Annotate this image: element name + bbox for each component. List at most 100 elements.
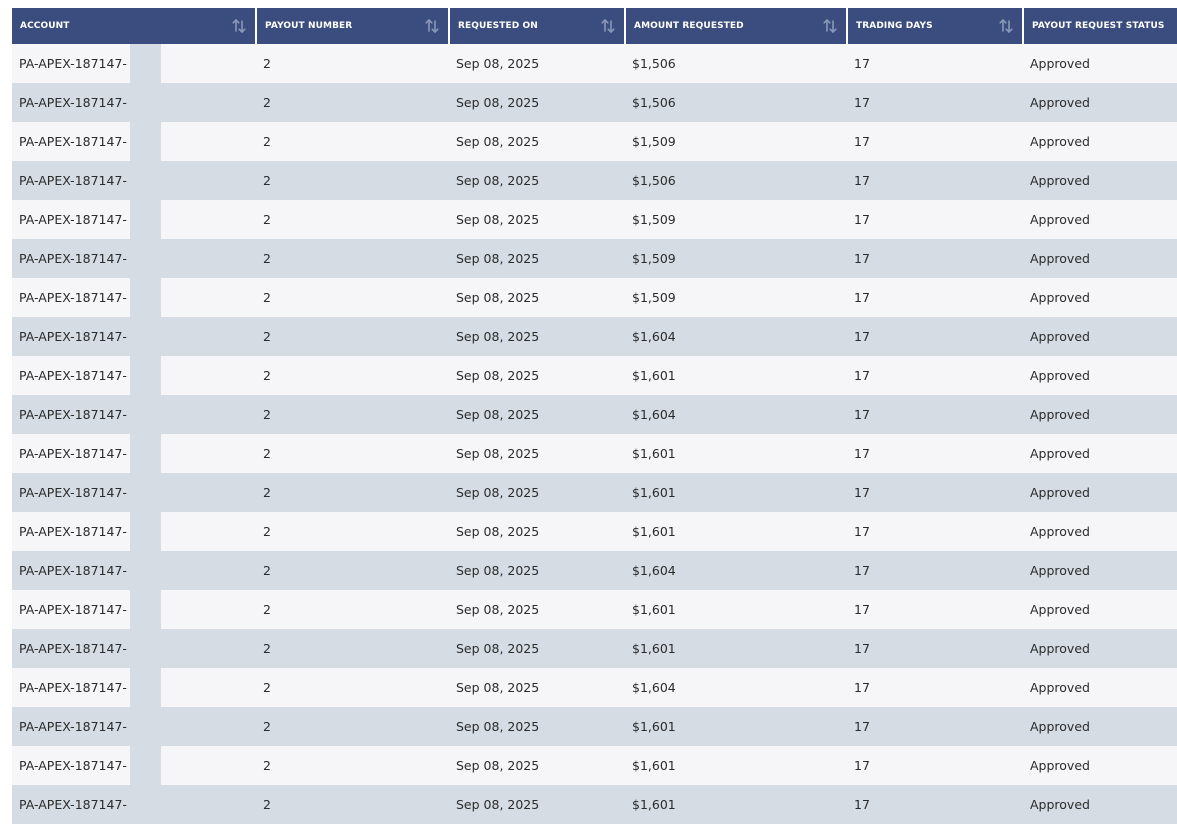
redacted-block: [130, 629, 161, 668]
status-text: Approved: [1030, 446, 1090, 461]
redacted-block: [130, 512, 161, 551]
sort-arrows-icon[interactable]: [998, 18, 1014, 34]
trading-days-text: 17: [854, 485, 870, 500]
status-text: Approved: [1030, 485, 1090, 500]
amount-requested-text: $1,601: [632, 641, 676, 656]
cell-status: Approved: [1023, 668, 1177, 707]
cell-status: Approved: [1023, 239, 1177, 278]
column-header-trading-days[interactable]: TRADING DAYS: [847, 8, 1024, 44]
column-header-payout-number[interactable]: PAYOUT NUMBER: [256, 8, 450, 44]
sort-arrows-icon[interactable]: [600, 18, 616, 34]
status-text: Approved: [1030, 407, 1090, 422]
cell-account: PA-APEX-187147-: [12, 512, 256, 551]
table-row: PA-APEX-187147- 2 Sep 08, 2025 $1,509 17 Appr…: [12, 239, 1177, 278]
cell-requested-on: Sep 08, 2025: [449, 278, 625, 317]
cell-amount-requested: $1,604: [625, 668, 847, 707]
cell-trading-days: 17: [847, 317, 1023, 356]
cell-payout-number: 2: [256, 83, 449, 122]
payout-number-text: 2: [263, 524, 271, 539]
account-cell-inner: PA-APEX-187147-: [12, 551, 256, 590]
cell-status: Approved: [1023, 83, 1177, 122]
payout-number-text: 2: [263, 95, 271, 110]
cell-requested-on: Sep 08, 2025: [449, 668, 625, 707]
cell-requested-on: Sep 08, 2025: [449, 434, 625, 473]
amount-requested-text: $1,506: [632, 56, 676, 71]
account-cell-filler: [161, 278, 256, 317]
cell-payout-number: 2: [256, 785, 449, 824]
cell-payout-number: 2: [256, 44, 449, 83]
cell-account: PA-APEX-187147-: [12, 551, 256, 590]
account-id-text: PA-APEX-187147-: [12, 668, 130, 707]
column-header-amount-requested[interactable]: AMOUNT REQUESTED: [625, 8, 848, 44]
amount-requested-text: $1,604: [632, 680, 676, 695]
cell-account: PA-APEX-187147-: [12, 83, 256, 122]
sort-arrows-icon[interactable]: [822, 18, 838, 34]
cell-amount-requested: $1,604: [625, 317, 847, 356]
column-header-requested-on[interactable]: REQUESTED ON: [449, 8, 626, 44]
account-cell-filler: [161, 668, 256, 707]
requested-on-text: Sep 08, 2025: [456, 485, 540, 500]
cell-trading-days: 17: [847, 551, 1023, 590]
account-cell-inner: PA-APEX-187147-: [12, 356, 256, 395]
cell-amount-requested: $1,509: [625, 278, 847, 317]
account-cell-inner: PA-APEX-187147-: [12, 668, 256, 707]
cell-payout-number: 2: [256, 551, 449, 590]
redacted-block: [130, 239, 161, 278]
column-header-label: ACCOUNT: [20, 21, 70, 31]
account-cell-filler: [161, 434, 256, 473]
account-id-text: PA-APEX-187147-: [12, 785, 130, 824]
table-row: PA-APEX-187147- 2 Sep 08, 2025 $1,601 17 Appr…: [12, 590, 1177, 629]
payout-number-text: 2: [263, 719, 271, 734]
cell-requested-on: Sep 08, 2025: [449, 785, 625, 824]
cell-amount-requested: $1,601: [625, 590, 847, 629]
account-id-text: PA-APEX-187147-: [12, 473, 130, 512]
requested-on-text: Sep 08, 2025: [456, 719, 540, 734]
trading-days-text: 17: [854, 602, 870, 617]
payout-number-text: 2: [263, 407, 271, 422]
cell-amount-requested: $1,601: [625, 512, 847, 551]
account-cell-filler: [161, 473, 256, 512]
payout-number-text: 2: [263, 758, 271, 773]
redacted-block: [130, 356, 161, 395]
sort-arrows-icon[interactable]: [231, 18, 247, 34]
account-id-text: PA-APEX-187147-: [12, 200, 130, 239]
requested-on-text: Sep 08, 2025: [456, 212, 540, 227]
requested-on-text: Sep 08, 2025: [456, 368, 540, 383]
cell-status: Approved: [1023, 44, 1177, 83]
payout-number-text: 2: [263, 329, 271, 344]
requested-on-text: Sep 08, 2025: [456, 173, 540, 188]
cell-requested-on: Sep 08, 2025: [449, 356, 625, 395]
column-header-account[interactable]: ACCOUNT: [12, 8, 257, 44]
table-row: PA-APEX-187147- 2 Sep 08, 2025 $1,509 17 Appr…: [12, 200, 1177, 239]
cell-status: Approved: [1023, 473, 1177, 512]
payout-number-text: 2: [263, 446, 271, 461]
table-row: PA-APEX-187147- 2 Sep 08, 2025 $1,601 17 Appr…: [12, 746, 1177, 785]
status-text: Approved: [1030, 134, 1090, 149]
status-text: Approved: [1030, 290, 1090, 305]
cell-trading-days: 17: [847, 473, 1023, 512]
cell-amount-requested: $1,509: [625, 122, 847, 161]
cell-payout-number: 2: [256, 473, 449, 512]
amount-requested-text: $1,604: [632, 329, 676, 344]
cell-account: PA-APEX-187147-: [12, 668, 256, 707]
payout-requests-table-container: ACCOUNT PAYOUT NUMBER REQUESTED ON AMOUN…: [12, 8, 1177, 824]
sort-arrows-icon[interactable]: [424, 18, 440, 34]
status-text: Approved: [1030, 719, 1090, 734]
account-cell-filler: [161, 512, 256, 551]
table-row: PA-APEX-187147- 2 Sep 08, 2025 $1,601 17 Appr…: [12, 629, 1177, 668]
cell-account: PA-APEX-187147-: [12, 395, 256, 434]
cell-account: PA-APEX-187147-: [12, 746, 256, 785]
cell-requested-on: Sep 08, 2025: [449, 122, 625, 161]
status-text: Approved: [1030, 524, 1090, 539]
redacted-block: [130, 707, 161, 746]
trading-days-text: 17: [854, 173, 870, 188]
table-row: PA-APEX-187147- 2 Sep 08, 2025 $1,509 17 Appr…: [12, 122, 1177, 161]
account-cell-inner: PA-APEX-187147-: [12, 473, 256, 512]
trading-days-text: 17: [854, 290, 870, 305]
cell-trading-days: 17: [847, 707, 1023, 746]
amount-requested-text: $1,601: [632, 758, 676, 773]
cell-trading-days: 17: [847, 44, 1023, 83]
status-text: Approved: [1030, 95, 1090, 110]
account-id-text: PA-APEX-187147-: [12, 356, 130, 395]
requested-on-text: Sep 08, 2025: [456, 680, 540, 695]
